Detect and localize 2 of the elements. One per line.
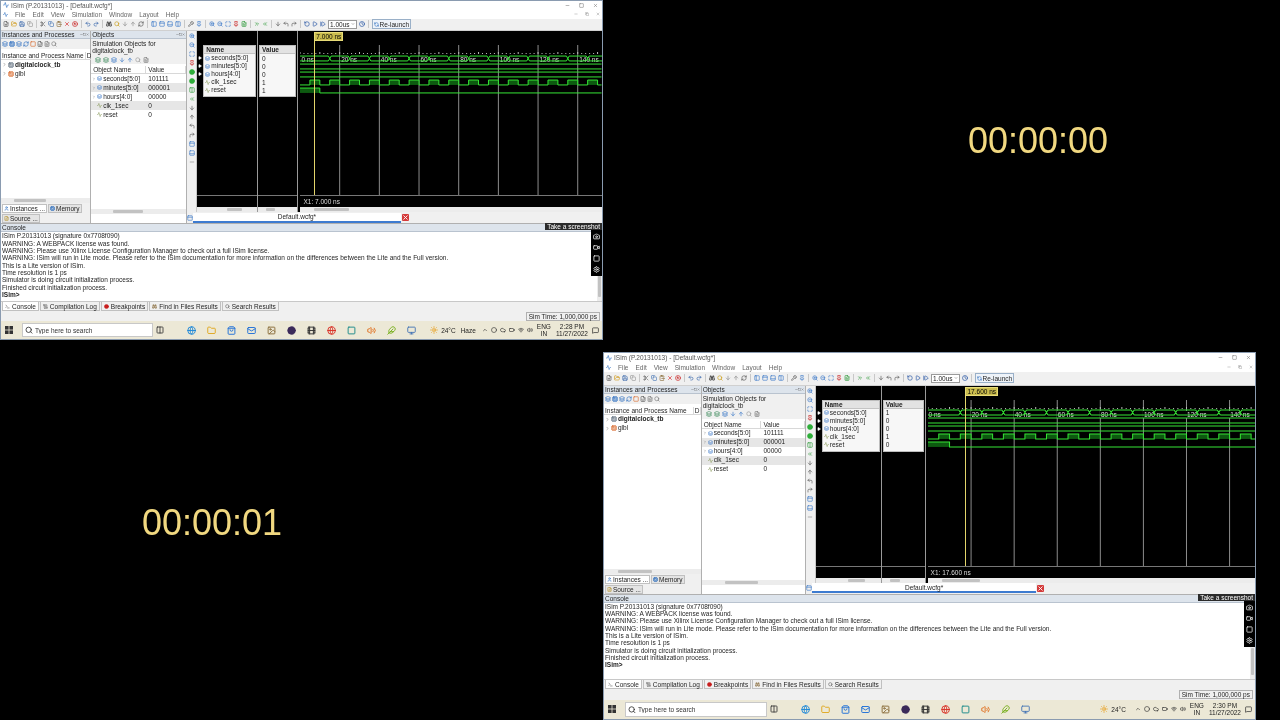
timer-text: 00:00:00	[968, 123, 1109, 159]
timer-text: 00:00:01	[142, 505, 283, 541]
